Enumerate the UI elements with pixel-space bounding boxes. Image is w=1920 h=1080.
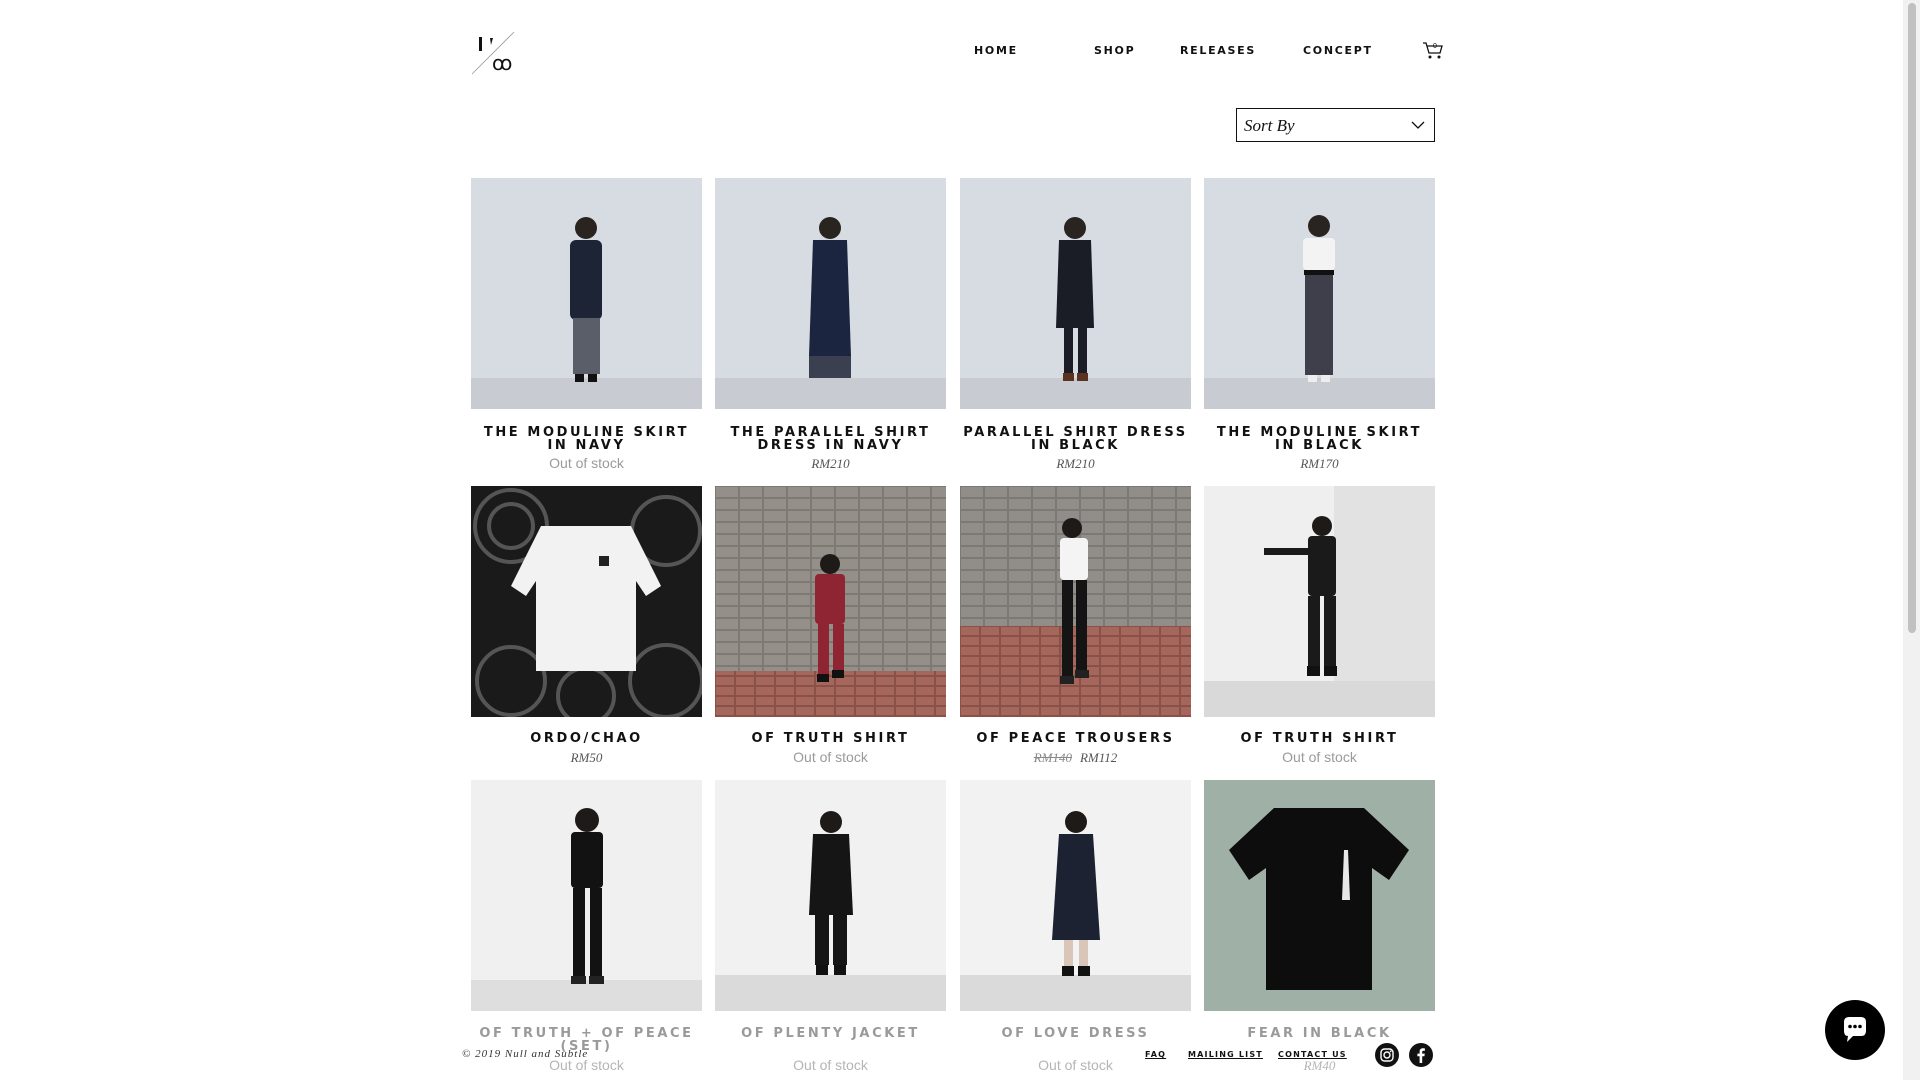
product-name[interactable]: THE MODULINE SKIRT IN BLACK (1204, 426, 1435, 452)
product-name[interactable]: THE MODULINE SKIRT IN NAVY (471, 426, 702, 452)
footer-link-faq[interactable]: FAQ (1145, 1050, 1166, 1059)
product-name[interactable]: PARALLEL SHIRT DRESS IN BLACK (960, 426, 1191, 452)
svg-text:ꝏ: ꝏ (492, 53, 512, 75)
facebook-icon[interactable] (1409, 1043, 1433, 1067)
product-image[interactable] (471, 780, 702, 1011)
product-status: Out of stock (1038, 1057, 1113, 1073)
product-price: RM40 (1303, 1058, 1336, 1073)
product-status: Out of stock (793, 749, 868, 765)
product-name[interactable]: OF TRUTH SHIRT (715, 732, 946, 745)
footer-link-mailing-list[interactable]: MAILING LIST (1188, 1050, 1263, 1059)
product-name[interactable]: OF LOVE DRESS (960, 1027, 1191, 1040)
copyright-text: © 2019 Null and Subtle (462, 1048, 589, 1060)
product-image[interactable] (960, 780, 1191, 1011)
instagram-icon[interactable] (1375, 1043, 1399, 1067)
product-image[interactable] (471, 486, 702, 717)
product-price: RM210 (811, 456, 850, 471)
product-image[interactable] (715, 178, 946, 409)
product-image[interactable] (1204, 178, 1435, 409)
product-name[interactable]: FEAR IN BLACK (1204, 1027, 1435, 1040)
nav-home[interactable]: HOME (974, 44, 1018, 60)
chevron-down-icon (1411, 121, 1425, 129)
page-scrollbar[interactable] (1903, 0, 1920, 1080)
product-price: RM50 (570, 750, 603, 765)
footer-link-contact-us[interactable]: CONTACT US (1278, 1050, 1347, 1059)
brand-logo[interactable]: ꝏ (470, 28, 520, 78)
product-sale-price: RM112 (1079, 750, 1118, 765)
product-image[interactable] (471, 178, 702, 409)
nav-releases[interactable]: RELEASES (1180, 44, 1256, 60)
product-price: RM210 (1056, 456, 1095, 471)
product-price: RM170 (1300, 456, 1339, 471)
product-image[interactable] (1204, 486, 1435, 717)
product-status: Out of stock (1282, 749, 1357, 765)
chat-bubble-icon (1844, 1017, 1866, 1042)
product-image[interactable] (960, 486, 1191, 717)
scrollbar-thumb[interactable] (1908, 3, 1916, 633)
product-price: RM140 RM112 (960, 750, 1191, 766)
nav-shop[interactable]: SHOP (1094, 44, 1135, 60)
chat-widget-button[interactable] (1825, 1000, 1885, 1060)
product-image[interactable] (960, 178, 1191, 409)
sort-by-dropdown[interactable]: Sort By (1236, 108, 1435, 142)
product-image[interactable] (715, 780, 946, 1011)
product-status: Out of stock (793, 1057, 868, 1073)
product-image[interactable] (1204, 780, 1435, 1011)
nav-concept[interactable]: CONCEPT (1303, 44, 1373, 60)
product-old-price: RM140 (1033, 750, 1072, 765)
sort-by-label: Sort By (1244, 116, 1295, 135)
product-status: Out of stock (549, 455, 624, 471)
product-name[interactable]: OF TRUTH SHIRT (1204, 732, 1435, 745)
product-name[interactable]: THE PARALLEL SHIRT DRESS IN NAVY (715, 426, 946, 452)
product-image[interactable] (715, 486, 946, 717)
product-name[interactable]: OF PEACE TROUSERS (960, 732, 1191, 745)
cart-count: 0 (1433, 43, 1437, 50)
product-name[interactable]: OF PLENTY JACKET (715, 1027, 946, 1040)
cart-icon[interactable]: 0 (1422, 40, 1444, 60)
product-name[interactable]: ORDO/CHAO (471, 732, 702, 745)
